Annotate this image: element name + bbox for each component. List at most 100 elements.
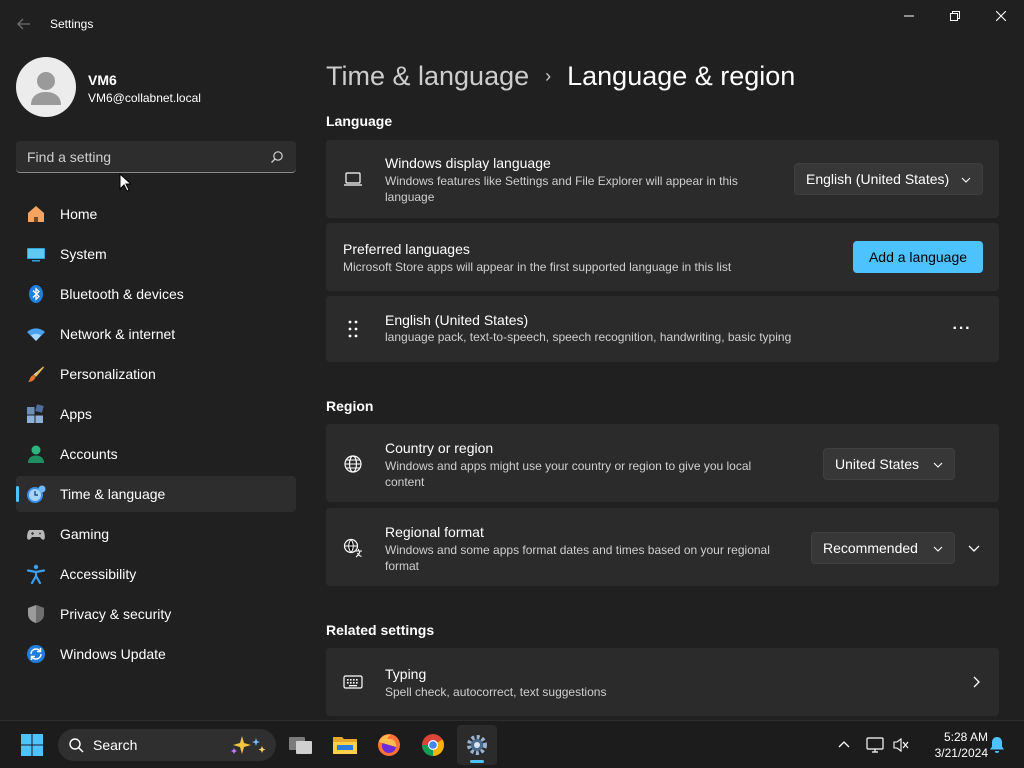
bluetooth-icon (29, 285, 43, 303)
windows-display-language-card: Windows display language Windows feature… (326, 140, 999, 218)
user-email: VM6@collabnet.local (88, 91, 201, 105)
start-button[interactable] (12, 725, 52, 765)
folder-icon (333, 737, 357, 754)
close-button[interactable] (978, 0, 1024, 32)
regional-format-desc: Windows and some apps format dates and t… (385, 543, 770, 573)
firefox-icon (378, 734, 400, 756)
sidebar-item-bluetooth[interactable]: Bluetooth & devices (16, 276, 296, 312)
shield-icon (28, 605, 44, 623)
chevron-down-icon (961, 177, 971, 183)
mouse-cursor-icon (119, 173, 131, 192)
laptop-icon (344, 172, 362, 186)
sidebar-item-accessibility[interactable]: Accessibility (16, 556, 296, 592)
sidebar-item-label: Apps (60, 406, 92, 422)
language-section-title: Language (326, 113, 393, 129)
regional-format-title: Regional format (385, 524, 484, 540)
brush-icon (28, 366, 44, 382)
sidebar-item-label: Privacy & security (60, 606, 172, 622)
display-language-title: Windows display language (385, 155, 551, 171)
country-region-desc: Windows and apps might use your country … (385, 459, 752, 489)
restore-icon (950, 11, 960, 21)
sidebar-item-label: Accessibility (60, 566, 137, 582)
typing-card[interactable]: Typing Spell check, autocorrect, text su… (326, 648, 999, 716)
globe-icon (344, 455, 362, 473)
notifications-button[interactable] (986, 725, 1008, 765)
search-input[interactable] (16, 141, 256, 172)
sidebar-item-time-language[interactable]: Time & language (16, 476, 296, 512)
country-region-card: Country or region Windows and apps might… (326, 424, 999, 502)
network-icon (866, 737, 884, 753)
sidebar-item-apps[interactable]: Apps (16, 396, 296, 432)
home-icon (28, 206, 44, 222)
chrome-button[interactable] (413, 725, 453, 765)
country-region-value: United States (835, 456, 920, 472)
sidebar-item-network[interactable]: Network & internet (16, 316, 296, 352)
task-view-icon (289, 737, 312, 754)
country-region-dropdown[interactable]: United States (823, 448, 955, 480)
sidebar-item-accounts[interactable]: Accounts (16, 436, 296, 472)
taskbar-search-label: Search (93, 737, 138, 753)
sidebar-item-label: Time & language (60, 486, 166, 502)
sidebar-item-label: Accounts (60, 446, 118, 462)
taskbar-search[interactable]: Search (58, 729, 276, 761)
minimize-button[interactable] (886, 0, 932, 32)
sidebar-item-gaming[interactable]: Gaming (16, 516, 296, 552)
regional-format-card[interactable]: Regional format Windows and some apps fo… (326, 508, 999, 586)
sidebar-item-personalization[interactable]: Personalization (16, 356, 296, 392)
volume-button[interactable] (888, 725, 914, 765)
system-icon (27, 248, 45, 262)
show-hidden-icons-button[interactable] (832, 725, 856, 765)
expand-chevron-icon[interactable] (968, 542, 980, 554)
breadcrumb: Time & language › Language & region (326, 58, 795, 94)
language-list-item[interactable]: English (United States) language pack, t… (326, 296, 999, 362)
close-icon (996, 11, 1006, 21)
arrow-left-icon (17, 18, 30, 30)
display-language-dropdown[interactable]: English (United States) (794, 163, 983, 195)
regional-format-icon (343, 538, 362, 558)
volume-muted-icon (893, 737, 909, 753)
typing-title: Typing (385, 666, 427, 682)
drag-handle-icon[interactable] (343, 319, 363, 339)
display-language-desc: Windows features like Settings and File … (385, 174, 738, 204)
sidebar-nav: Home System Bluetooth & devices Network … (16, 196, 296, 676)
sidebar-item-label: Home (60, 206, 98, 222)
sidebar-item-home[interactable]: Home (16, 196, 296, 232)
chevron-down-icon (933, 546, 943, 552)
taskbar-clock[interactable]: 5:28 AM 3/21/2024 (918, 729, 988, 761)
minimize-icon (904, 15, 914, 17)
search-box (16, 141, 296, 173)
file-explorer-button[interactable] (325, 725, 365, 765)
related-settings-title: Related settings (326, 622, 435, 638)
avatar[interactable] (16, 57, 76, 117)
sidebar-item-system[interactable]: System (16, 236, 296, 272)
time-language-icon (27, 485, 46, 503)
search-icon[interactable] (270, 150, 284, 164)
chevron-up-icon (838, 741, 850, 748)
chevron-right-icon (973, 676, 980, 688)
sidebar-item-privacy[interactable]: Privacy & security (16, 596, 296, 632)
typing-desc: Spell check, autocorrect, text suggestio… (385, 685, 607, 699)
region-section-title: Region (326, 398, 374, 414)
sidebar-item-windows-update[interactable]: Windows Update (16, 636, 296, 672)
network-status-button[interactable] (862, 725, 888, 765)
taskbar: Search 5:28 AM 3/21/2024 (0, 720, 1024, 768)
regional-format-dropdown[interactable]: Recommended (811, 532, 955, 564)
more-options-button[interactable]: ··· (944, 314, 980, 344)
title-bar: Settings (0, 0, 1024, 48)
app-title: Settings (50, 17, 94, 31)
accessibility-icon (26, 564, 46, 584)
country-region-title: Country or region (385, 440, 494, 456)
add-language-button[interactable]: Add a language (853, 241, 983, 273)
copilot-sparkle-icon (231, 736, 266, 754)
person-icon (31, 72, 61, 105)
sidebar-item-label: Personalization (60, 366, 156, 382)
restore-button[interactable] (932, 0, 978, 32)
task-view-button[interactable] (281, 725, 321, 765)
update-icon (27, 645, 45, 663)
back-button[interactable] (12, 12, 36, 36)
settings-taskbar-button[interactable] (457, 725, 497, 765)
firefox-button[interactable] (369, 725, 409, 765)
breadcrumb-parent[interactable]: Time & language (326, 61, 529, 92)
regional-format-value: Recommended (823, 540, 918, 556)
chevron-down-icon (933, 462, 943, 468)
